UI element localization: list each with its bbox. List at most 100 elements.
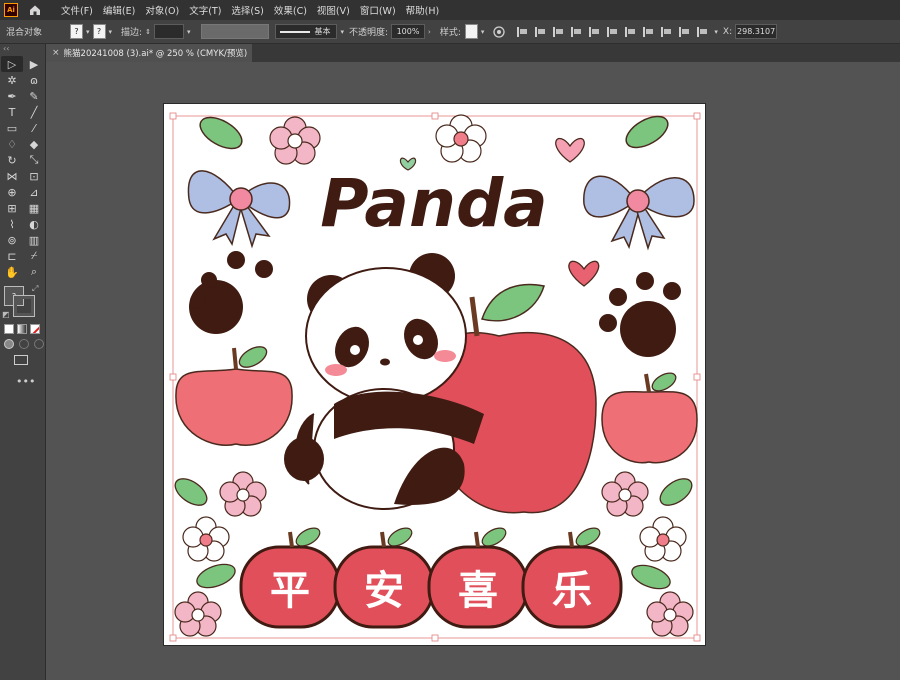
align-top-icon[interactable] bbox=[571, 26, 582, 37]
graphic-style-swatch[interactable] bbox=[464, 24, 478, 39]
shaper-tool-icon[interactable]: ♢ bbox=[1, 136, 23, 152]
home-icon[interactable] bbox=[28, 3, 42, 17]
rotate-tool-icon[interactable]: ↻ bbox=[1, 152, 23, 168]
type-tool-icon[interactable]: T bbox=[1, 104, 23, 120]
opacity-label: 不透明度: bbox=[348, 28, 389, 38]
width-tool-icon[interactable]: ⋈ bbox=[1, 168, 23, 184]
menu-help[interactable]: 帮助(H) bbox=[401, 3, 445, 17]
opacity-input[interactable]: 100% bbox=[391, 24, 426, 39]
scale-tool-icon[interactable]: ⤡ bbox=[23, 152, 45, 168]
close-tab-icon[interactable]: × bbox=[52, 48, 60, 58]
color-mode-buttons bbox=[0, 324, 45, 334]
brush-definition[interactable]: 基本 bbox=[275, 24, 338, 39]
eyedropper-tool-icon[interactable]: ⌇ bbox=[1, 216, 23, 232]
slogan-apple-4: 乐 bbox=[521, 527, 623, 629]
hand-tool-icon[interactable]: ✋ bbox=[1, 264, 23, 280]
align-h-center-icon[interactable] bbox=[535, 26, 546, 37]
fill-dropdown-icon[interactable]: ▾ bbox=[86, 28, 90, 36]
none-mode-icon[interactable] bbox=[30, 324, 40, 334]
flower-white-right bbox=[639, 516, 687, 562]
menu-view[interactable]: 视图(V) bbox=[312, 3, 355, 17]
menu-file[interactable]: 文件(F) bbox=[56, 3, 98, 17]
menu-window[interactable]: 窗口(W) bbox=[355, 3, 401, 17]
menu-effect[interactable]: 效果(C) bbox=[269, 3, 312, 17]
slice-tool-icon[interactable]: ⌿ bbox=[23, 248, 45, 264]
direct-selection-tool-icon[interactable]: ▶ bbox=[23, 56, 45, 72]
curvature-tool-icon[interactable]: ✎ bbox=[23, 88, 45, 104]
artwork: Panda 平 安 喜 乐 bbox=[169, 112, 701, 642]
slogan-char-3: 喜 bbox=[458, 568, 498, 614]
more-tools-icon[interactable]: ••• bbox=[16, 375, 45, 388]
draw-normal-icon[interactable] bbox=[4, 339, 14, 349]
artboard-tool-icon[interactable]: ⊏ bbox=[1, 248, 23, 264]
fill-swatch[interactable]: ? bbox=[70, 24, 83, 39]
flower-top-center bbox=[435, 114, 487, 163]
stroke-swatch[interactable]: ? bbox=[92, 24, 106, 39]
toolbar-collapse-icon[interactable]: ‹‹ bbox=[0, 44, 45, 56]
shape-builder-tool-icon[interactable]: ⊕ bbox=[1, 184, 23, 200]
align-left-icon[interactable] bbox=[517, 26, 528, 37]
swap-fill-stroke-icon[interactable]: ⤢ bbox=[32, 284, 38, 294]
bbox-handle-mr bbox=[693, 373, 701, 381]
document-tab[interactable]: × 熊猫20241008 (3).ai* @ 250 % (CMYK/预览) bbox=[46, 44, 252, 62]
screen-mode-icon[interactable] bbox=[14, 355, 28, 365]
recolor-artwork-icon[interactable] bbox=[493, 25, 506, 38]
color-mode-icon[interactable] bbox=[4, 324, 14, 334]
stroke-weight-input[interactable] bbox=[153, 24, 184, 39]
paw-right bbox=[599, 272, 681, 357]
bbox-handle-tr bbox=[693, 112, 701, 120]
x-position-input[interactable]: 298.3107 bbox=[735, 24, 778, 39]
apple-right bbox=[601, 372, 698, 464]
flower-bottom-left bbox=[174, 591, 222, 637]
opacity-arrow-icon[interactable]: › bbox=[428, 28, 431, 36]
tools-panel: ‹‹ ▷ ▶ ✲ ɷ ✒ ✎ T ╱ ▭ ⁄ ♢ ◆ ↻ ⤡ ⋈ ⊡ ⊕ ⊿ ⊞… bbox=[0, 44, 46, 680]
align-right-icon[interactable] bbox=[553, 26, 564, 37]
magic-wand-tool-icon[interactable]: ✲ bbox=[1, 72, 23, 88]
distribute-top-icon[interactable] bbox=[625, 26, 636, 37]
distribute-bottom-icon[interactable] bbox=[661, 26, 672, 37]
variable-width-profile[interactable] bbox=[201, 24, 270, 39]
zoom-tool-icon[interactable]: ⌕ bbox=[23, 264, 45, 280]
gradient-mode-icon[interactable] bbox=[17, 324, 27, 334]
lasso-tool-icon[interactable]: ɷ bbox=[23, 72, 45, 88]
document-tab-title: 熊猫20241008 (3).ai* @ 250 % (CMYK/预览) bbox=[63, 49, 248, 59]
gradient-tool-icon[interactable]: ▦ bbox=[23, 200, 45, 216]
flower-top-left bbox=[269, 116, 321, 165]
menu-type[interactable]: 文字(T) bbox=[184, 3, 226, 17]
brush-dropdown-icon[interactable]: ▾ bbox=[340, 28, 344, 36]
stroke-weight-dropdown-icon[interactable]: ▾ bbox=[187, 28, 191, 36]
fill-stroke-controls: ? ⤢ ◩ bbox=[0, 284, 45, 324]
selection-tool-icon[interactable]: ▷ bbox=[1, 56, 23, 72]
stroke-dropdown-icon[interactable]: ▾ bbox=[109, 28, 113, 36]
menu-object[interactable]: 对象(O) bbox=[140, 3, 184, 17]
align-bottom-icon[interactable] bbox=[607, 26, 618, 37]
pen-tool-icon[interactable]: ✒ bbox=[1, 88, 23, 104]
draw-inside-icon[interactable] bbox=[34, 339, 44, 349]
paintbrush-tool-icon[interactable]: ⁄ bbox=[23, 120, 45, 136]
align-v-center-icon[interactable] bbox=[589, 26, 600, 37]
stroke-color-box[interactable] bbox=[13, 295, 35, 317]
menu-edit[interactable]: 编辑(E) bbox=[98, 3, 140, 17]
rectangle-tool-icon[interactable]: ▭ bbox=[1, 120, 23, 136]
distribute-left-icon[interactable] bbox=[679, 26, 690, 37]
distribute-v-center-icon[interactable] bbox=[643, 26, 654, 37]
free-transform-tool-icon[interactable]: ⊡ bbox=[23, 168, 45, 184]
stroke-stepper-icon[interactable]: ⇕ bbox=[145, 28, 151, 36]
eraser-tool-icon[interactable]: ◆ bbox=[23, 136, 45, 152]
align-to-dropdown-icon[interactable]: ▾ bbox=[714, 28, 718, 36]
heart-top-right bbox=[555, 137, 585, 163]
perspective-grid-tool-icon[interactable]: ⊿ bbox=[23, 184, 45, 200]
line-segment-tool-icon[interactable]: ╱ bbox=[23, 104, 45, 120]
menu-select[interactable]: 选择(S) bbox=[226, 3, 268, 17]
blend-tool-icon[interactable]: ◐ bbox=[23, 216, 45, 232]
bbox-handle-tl bbox=[169, 112, 177, 120]
default-fill-stroke-icon[interactable]: ◩ bbox=[2, 310, 10, 319]
symbol-sprayer-tool-icon[interactable]: ⊚ bbox=[1, 232, 23, 248]
style-dropdown-icon[interactable]: ▾ bbox=[481, 28, 485, 36]
bbox-handle-bc bbox=[431, 634, 439, 642]
distribute-h-center-icon[interactable] bbox=[697, 26, 708, 37]
artboard[interactable]: Panda 平 安 喜 乐 bbox=[163, 103, 706, 646]
column-graph-tool-icon[interactable]: ▥ bbox=[23, 232, 45, 248]
draw-behind-icon[interactable] bbox=[19, 339, 29, 349]
mesh-tool-icon[interactable]: ⊞ bbox=[1, 200, 23, 216]
